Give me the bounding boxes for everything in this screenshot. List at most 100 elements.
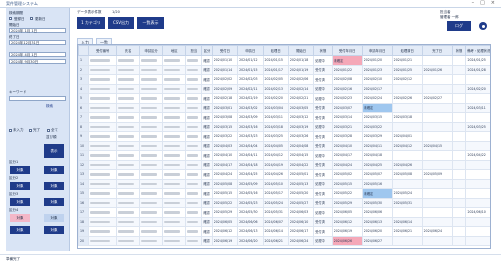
table-cell[interactable]: 2024/04/05 [262, 140, 289, 151]
table-cell[interactable] [185, 178, 203, 189]
table-cell[interactable]: 2024/02/20 [465, 83, 490, 94]
table-cell[interactable]: 2024/02/23 [331, 93, 363, 104]
table-cell[interactable] [116, 188, 141, 199]
table-cell[interactable]: 2024/04/25 [361, 159, 393, 170]
table-cell[interactable] [88, 197, 118, 208]
table-row[interactable]: 17 確認 2024/05/29 2024/05/30 2024/05/31 2024/0… [78, 207, 490, 218]
table-cell[interactable] [116, 235, 141, 246]
table-cell[interactable]: 2024/01/25 [391, 64, 423, 75]
table-cell[interactable]: 受付済 [313, 74, 333, 85]
table-cell[interactable]: 7 [78, 112, 90, 123]
table-cell[interactable]: 2024/04/12 [262, 150, 289, 161]
table-cell[interactable] [421, 55, 453, 66]
table-cell[interactable]: 確認 [201, 159, 213, 170]
table-cell[interactable]: 2024/05/22 [211, 197, 239, 208]
table-cell[interactable] [185, 93, 203, 104]
table-cell[interactable] [451, 159, 467, 170]
table-cell[interactable]: 確認 [201, 169, 213, 180]
table-cell[interactable]: 2024/04/11 [361, 140, 393, 151]
table-cell[interactable]: 2024/04/01 [391, 131, 423, 142]
table-cell[interactable]: 9 [78, 131, 90, 142]
table-cell[interactable] [185, 55, 203, 66]
table-cell[interactable]: 2024/02/10 [361, 74, 393, 85]
table-cell[interactable]: 2024/05/01 [287, 169, 315, 180]
radio-a[interactable] [9, 17, 12, 20]
table-cell[interactable] [185, 64, 203, 75]
table-cell[interactable]: 2024/05/24 [391, 188, 423, 199]
table-cell[interactable]: 2024/02/09 [211, 83, 239, 94]
table-cell[interactable] [465, 169, 490, 180]
table-cell[interactable]: 2024/05/09 [421, 169, 453, 180]
table-cell[interactable] [185, 216, 203, 227]
table-row[interactable]: 1 確認 2024/01/10 2024/01/12 2024/01/15 2024/01… [78, 55, 490, 66]
table-cell[interactable]: 2024/05/30 [361, 197, 393, 208]
table-cell[interactable]: 2024/04/11 [237, 150, 264, 161]
table-cell[interactable]: 受付済 [313, 112, 333, 123]
table-cell[interactable] [139, 93, 164, 104]
table-cell[interactable] [139, 207, 164, 218]
nav-button-left-5[interactable]: 対象 [10, 226, 30, 234]
table-cell[interactable] [139, 140, 164, 151]
table-cell[interactable] [116, 102, 141, 113]
table-cell[interactable]: 2024/03/25 [465, 121, 490, 132]
table-cell[interactable]: 2024/05/08 [391, 169, 423, 180]
table-cell[interactable]: 2024/05/16 [361, 178, 393, 189]
table-cell[interactable]: 2024/02/18 [211, 93, 239, 104]
table-cell[interactable]: 2024/06/27 [361, 235, 393, 246]
column-header[interactable]: 受付年月日 [331, 45, 363, 56]
column-header[interactable]: 受付番号 [88, 45, 118, 56]
column-header[interactable]: 申請年月日 [361, 45, 393, 56]
table-cell[interactable]: 18 [78, 216, 90, 227]
table-cell[interactable]: 2024/03/08 [211, 112, 239, 123]
table-cell[interactable]: 処理中 [313, 83, 333, 94]
table-cell[interactable]: 未確定 [331, 55, 363, 66]
table-cell[interactable]: 2024/03/11 [262, 112, 289, 123]
table-cell[interactable]: 確認 [201, 74, 213, 85]
table-cell[interactable]: 確認 [201, 197, 213, 208]
table-cell[interactable]: 20 [78, 235, 90, 246]
table-cell[interactable]: 2024/05/08 [211, 178, 239, 189]
minimize-icon[interactable]: – [472, 0, 475, 6]
table-cell[interactable] [391, 207, 423, 218]
table-cell[interactable]: 8 [78, 121, 90, 132]
table-cell[interactable]: 2024/05/07 [361, 169, 393, 180]
table-cell[interactable]: 2024/01/21 [391, 55, 423, 66]
table-cell[interactable]: 2024/01/15 [262, 55, 289, 66]
table-cell[interactable] [421, 216, 453, 227]
filter-c-check[interactable] [47, 129, 50, 132]
table-cell[interactable] [421, 207, 453, 218]
table-cell[interactable] [465, 226, 490, 237]
table-row[interactable]: 3 確認 2024/02/02 2024/02/03 2024/02/05 2024/02… [78, 74, 490, 85]
table-cell[interactable] [88, 216, 118, 227]
table-cell[interactable] [162, 112, 187, 123]
table-cell[interactable]: 2024/03/21 [331, 121, 363, 132]
table-cell[interactable] [139, 64, 164, 75]
column-header[interactable]: 処理日 [262, 45, 289, 56]
column-header[interactable]: 地区 [162, 45, 187, 56]
table-cell[interactable] [116, 197, 141, 208]
table-cell[interactable] [451, 93, 467, 104]
table-cell[interactable]: 2024/03/16 [237, 121, 264, 132]
table-cell[interactable]: 処理中 [313, 150, 333, 161]
table-cell[interactable]: 2024/06/20 [237, 235, 264, 246]
table-cell[interactable]: 2024/03/15 [361, 112, 393, 123]
nav-button-right-4[interactable]: 対象 [44, 214, 64, 222]
csv-export-button[interactable]: CSV出力 [108, 17, 134, 29]
table-cell[interactable]: 2024/05/02 [331, 169, 363, 180]
table-cell[interactable]: 1 [78, 55, 90, 66]
table-cell[interactable] [139, 169, 164, 180]
table-cell[interactable]: 2024/06/20 [361, 226, 393, 237]
table-cell[interactable] [162, 131, 187, 142]
table-cell[interactable] [139, 55, 164, 66]
table-cell[interactable]: 19 [78, 226, 90, 237]
table-cell[interactable]: 受付済 [313, 102, 333, 113]
column-header[interactable]: 処理済日 [391, 45, 423, 56]
table-cell[interactable] [139, 112, 164, 123]
table-cell[interactable] [116, 131, 141, 142]
table-cell[interactable]: 2024/06/14 [391, 216, 423, 227]
table-cell[interactable] [88, 74, 118, 85]
table-cell[interactable] [451, 235, 467, 246]
table-cell[interactable] [162, 235, 187, 246]
table-row[interactable]: 4 確認 2024/02/09 2024/02/11 2024/02/13 2024/02… [78, 83, 490, 94]
column-header[interactable]: 完了日 [421, 45, 453, 56]
